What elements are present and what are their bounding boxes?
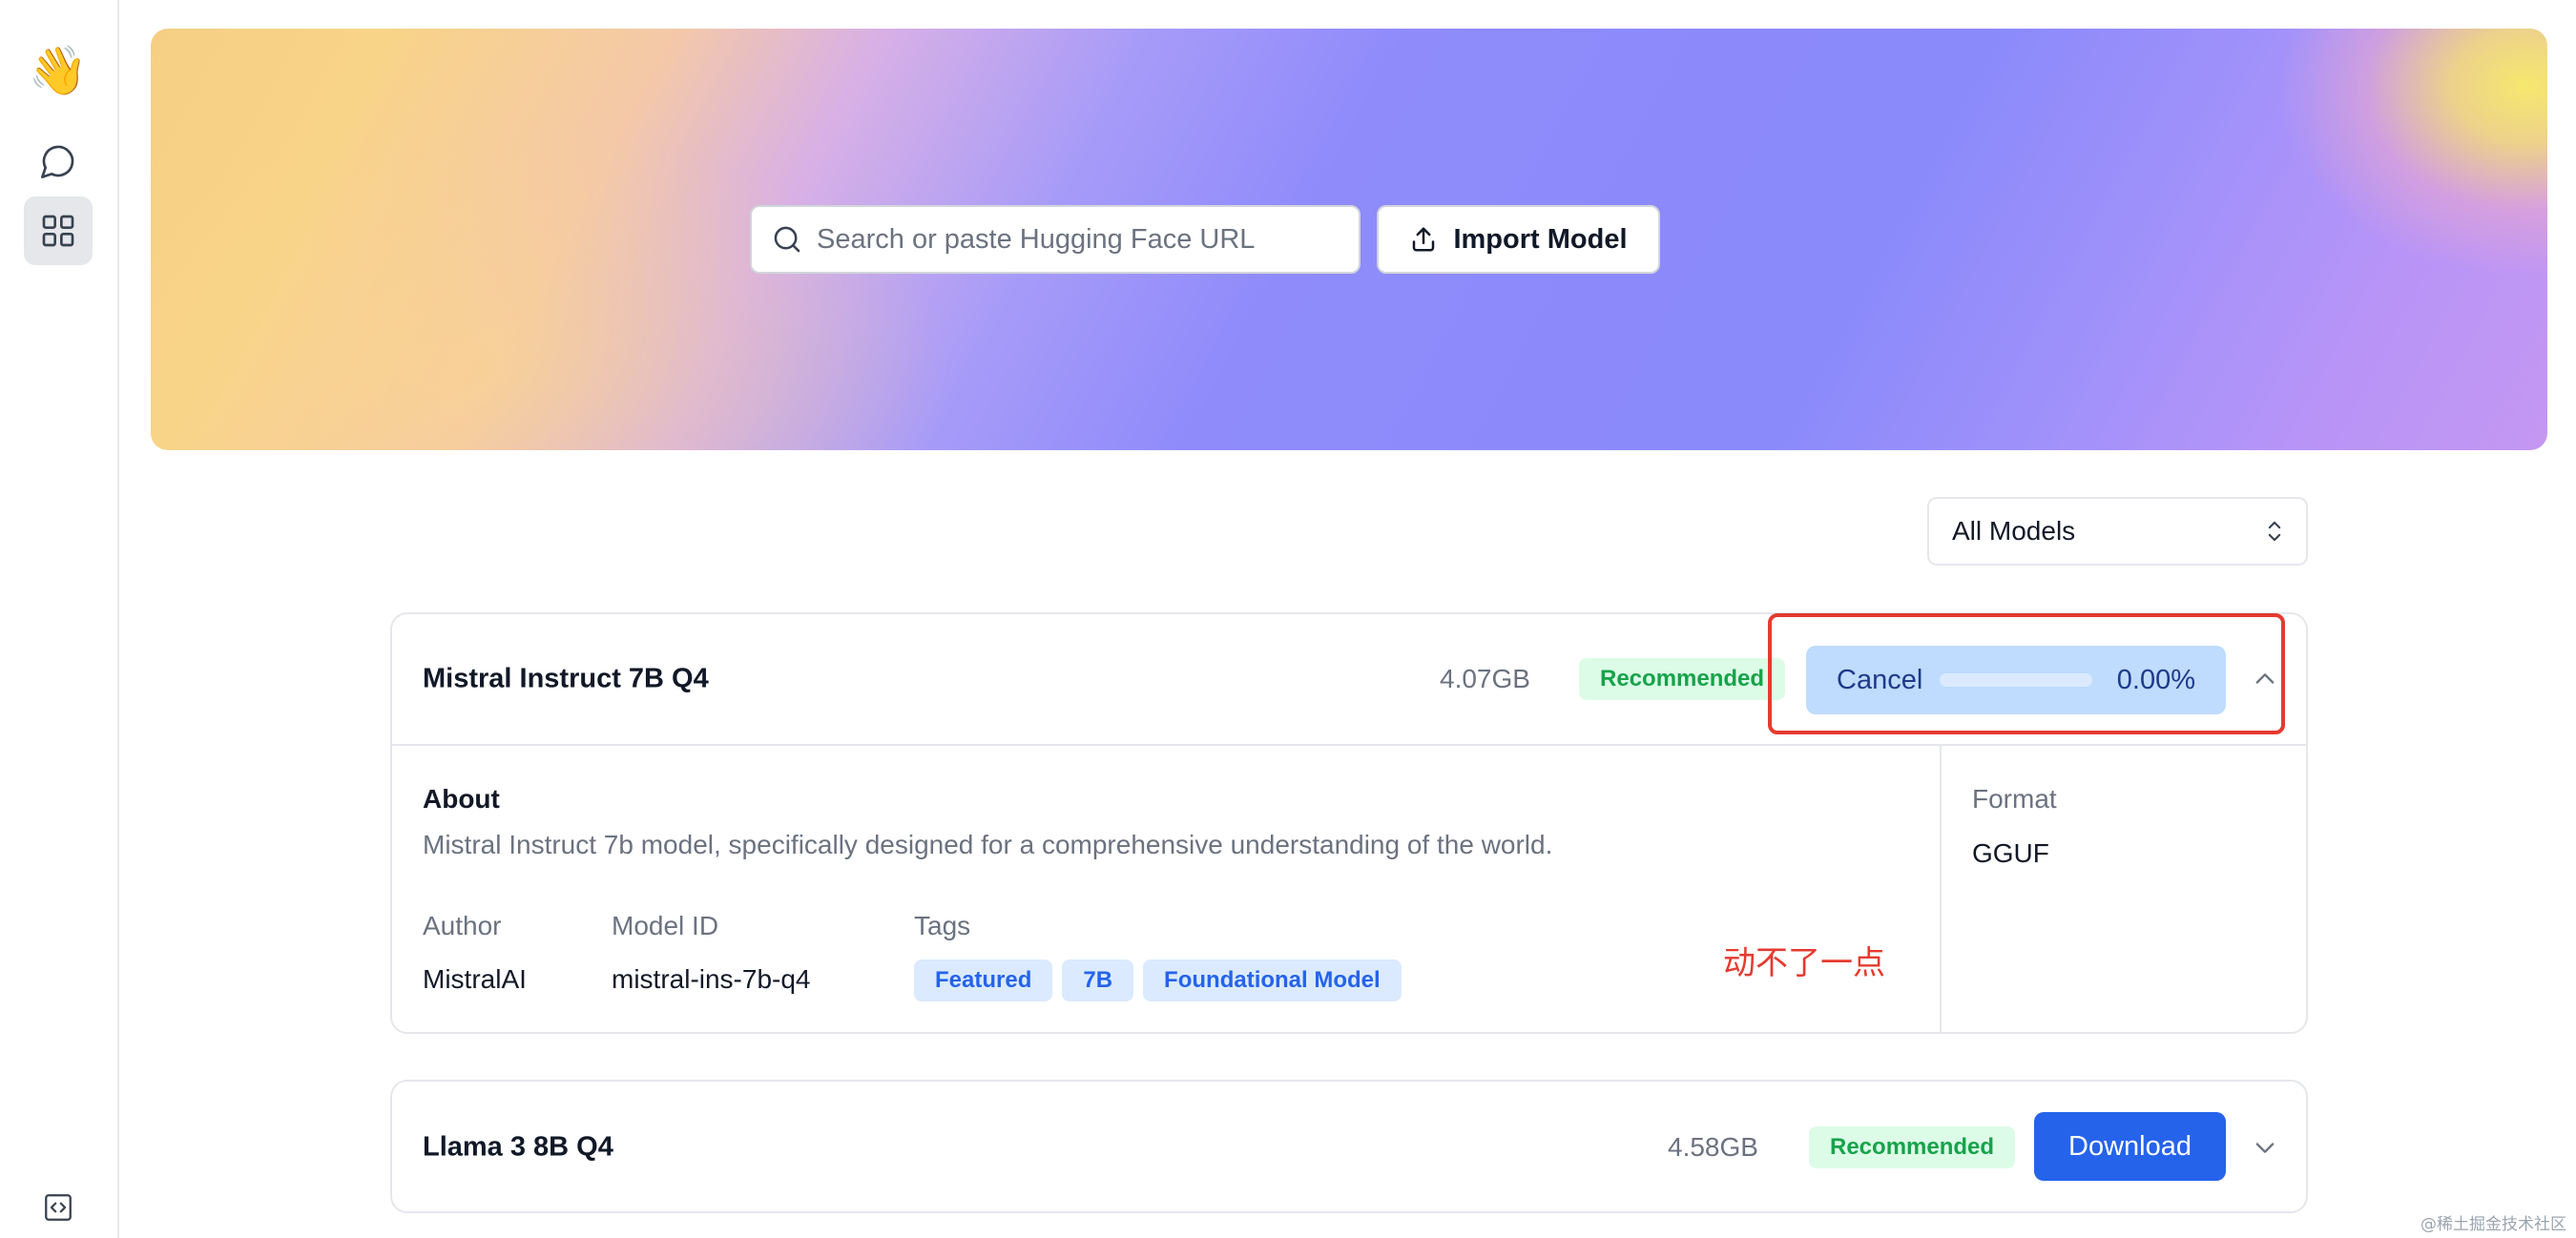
tags-label: Tags [914, 911, 971, 940]
search-icon [774, 226, 800, 253]
model-details-main: About Mistral Instruct 7b model, specifi… [392, 746, 1942, 1034]
model-card-header[interactable]: Llama 3 8B Q4 4.58GB Recommended Downloa… [392, 1082, 2306, 1213]
download-progress-text: 0.00% [2116, 664, 2195, 695]
app-root: 👋 Search or paste Hugging Face URL Impor… [0, 0, 2576, 1238]
import-model-label: Import Model [1453, 223, 1628, 255]
waving-hand-icon: 👋 [28, 44, 89, 97]
tag-featured: Featured [914, 959, 1053, 1001]
sidebar-item-hub[interactable] [24, 196, 93, 265]
chevron-up-icon [2255, 673, 2275, 684]
model-card-mistral: Mistral Instruct 7B Q4 4.07GB Recommende… [390, 612, 2308, 1034]
sidebar-item-chat[interactable] [24, 127, 93, 196]
download-button[interactable]: Download [2034, 1112, 2226, 1181]
format-label: Format [1972, 784, 2057, 814]
app-logo: 👋 [24, 36, 93, 105]
chat-bubble-icon [41, 145, 74, 179]
cancel-download-button[interactable]: Cancel 0.00% [1806, 646, 2226, 714]
tag-foundational-model: Foundational Model [1143, 959, 1402, 1001]
hero-banner: Import Model [151, 29, 2547, 450]
model-card-header[interactable]: Mistral Instruct 7B Q4 4.07GB Recommende… [392, 614, 2306, 746]
model-name: Llama 3 8B Q4 [423, 1131, 613, 1163]
model-size: 4.58GB [1668, 1132, 1758, 1162]
model-name: Mistral Instruct 7B Q4 [423, 663, 709, 694]
model-filter-value: All Models [1952, 516, 2076, 546]
download-progress-bar [1940, 673, 2093, 687]
sidebar-toggle-button[interactable] [24, 1188, 93, 1227]
recommended-badge: Recommended [1809, 1126, 2016, 1168]
model-details: About Mistral Instruct 7b model, specifi… [392, 746, 2306, 1034]
search-box[interactable] [750, 205, 1361, 274]
code-toggle-icon [45, 1194, 72, 1221]
author-label: Author [423, 911, 502, 940]
chevron-down-icon [2255, 1143, 2275, 1153]
model-description: Mistral Instruct 7b model, specifically … [423, 830, 1553, 859]
sidebar: 👋 [0, 0, 119, 1238]
expand-button[interactable] [2249, 1131, 2281, 1164]
tag-list: Featured 7B Foundational Model [914, 959, 1402, 1001]
search-input[interactable] [817, 223, 1351, 256]
annotation-text: 动不了一点 [1723, 944, 1885, 982]
format-value: GGUF [1972, 838, 2049, 868]
import-model-button[interactable]: Import Model [1377, 205, 1660, 274]
tag-7b: 7B [1062, 959, 1134, 1001]
model-size: 4.07GB [1440, 664, 1530, 693]
watermark-text: @稀土掘金技术社区 [2420, 1215, 2566, 1234]
cancel-label: Cancel [1837, 664, 1923, 695]
model-filter-select[interactable]: All Models [1927, 497, 2308, 566]
collapse-button[interactable] [2249, 663, 2281, 695]
model-id-label: Model ID [612, 911, 719, 940]
author-value: MistralAI [423, 964, 527, 994]
model-id-value: mistral-ins-7b-q4 [612, 964, 811, 994]
chevron-up-down-icon [2268, 521, 2281, 542]
about-heading: About [423, 784, 500, 814]
recommended-badge: Recommended [1579, 658, 1786, 700]
model-card-llama: Llama 3 8B Q4 4.58GB Recommended Downloa… [390, 1080, 2308, 1213]
upload-icon [1413, 227, 1435, 252]
grid-icon [42, 215, 74, 247]
